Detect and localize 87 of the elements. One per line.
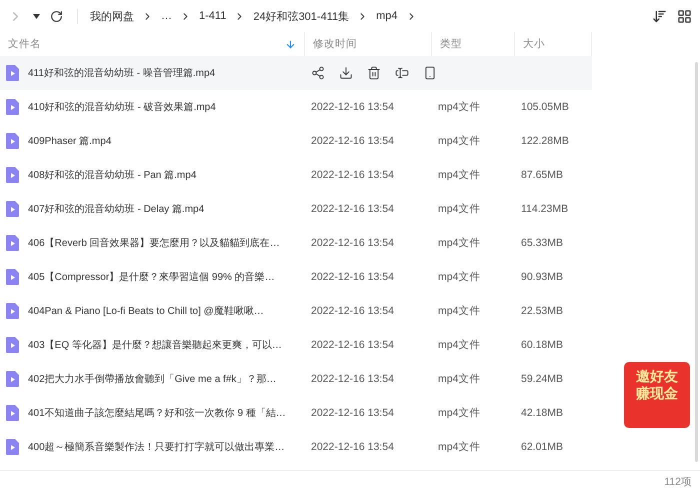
file-name: 410好和弦的混音幼幼班 - 破音效果篇.mp4 [28,100,216,114]
breadcrumb-item[interactable]: 我的网盘 [90,8,134,24]
video-file-icon [6,167,19,183]
share-icon[interactable] [311,66,325,80]
promo-badge[interactable]: 邀好友 赚现金 [624,362,690,428]
modified-time: 2022-12-16 13:54 [310,203,395,215]
caret-icon[interactable] [33,14,40,18]
file-size: 22.53MB [520,305,564,317]
file-type: mp4文件 [437,304,482,318]
scrollbar[interactable] [695,62,698,462]
refresh-icon[interactable] [50,10,63,22]
breadcrumb-item[interactable]: … [161,10,172,22]
video-file-icon [6,99,19,115]
file-size: 105.05MB [520,101,570,113]
modified-time: 2022-12-16 13:54 [310,271,395,283]
file-name: 401不知道曲子該怎麼結尾嗎？好和弦一次教你 9 種「結… [28,406,286,420]
modified-time: 2022-12-16 13:54 [310,407,395,419]
file-row[interactable]: 400超～極簡系音樂製作法！只要打打字就可以做出專業… 2022-12-16 13:54 mp4文件 62.01MB [0,430,592,464]
modified-time: 2022-12-16 13:54 [310,373,395,385]
rename-icon[interactable] [395,66,409,80]
file-size: 65.33MB [520,237,564,249]
modified-time: 2022-12-16 13:54 [310,135,395,147]
item-count: 112项 [664,475,692,489]
video-file-icon [6,405,19,421]
file-size: 62.01MB [520,441,564,453]
video-file-icon [6,201,19,217]
video-file-icon [6,439,19,455]
breadcrumb-item[interactable]: 24好和弦301-411集 [253,8,350,24]
file-type: mp4文件 [437,406,482,420]
delete-icon[interactable] [367,66,381,80]
modified-time: 2022-12-16 13:54 [310,101,395,113]
file-size: 59.24MB [520,373,564,385]
file-type: mp4文件 [437,202,482,216]
file-size: 60.18MB [520,339,564,351]
download-icon[interactable] [339,66,353,80]
file-type: mp4文件 [437,440,482,454]
video-file-icon [6,133,19,149]
file-name: 400超～極簡系音樂製作法！只要打打字就可以做出專業… [28,440,285,454]
modified-time: 2022-12-16 13:54 [310,169,395,181]
file-type: mp4文件 [437,338,482,352]
sort-icon[interactable] [652,8,667,24]
file-row[interactable]: 406【Reverb 回音效果器】要怎麼用？以及貓貓到底在… 2022-12-16 13:54 mp4文件 65.33MB [0,226,592,260]
file-type: mp4文件 [437,134,482,148]
file-size: 42.18MB [520,407,564,419]
file-name: 406【Reverb 回音效果器】要怎麼用？以及貓貓到底在… [28,236,280,250]
phone-icon[interactable] [423,66,437,80]
file-row[interactable]: 405【Compressor】是什麼？來學習這個 99% 的音樂… 2022-12-16 13:54 mp4文件 90.93MB [0,260,592,294]
file-size: 90.93MB [520,271,564,283]
file-name: 409Phaser 篇.mp4 [28,135,112,148]
file-type: mp4文件 [437,236,482,250]
modified-time: 2022-12-16 13:54 [310,441,395,453]
file-row[interactable]: 403【EQ 等化器】是什麼？想讓音樂聽起來更爽，可以… 2022-12-16 13:54 mp4文件 60.18MB [0,328,592,362]
modified-time: 2022-12-16 13:54 [310,305,395,317]
file-row[interactable]: 409Phaser 篇.mp4 2022-12-16 13:54 mp4文件 122.28MB [0,124,592,158]
video-file-icon [6,371,19,387]
file-name: 403【EQ 等化器】是什麼？想讓音樂聽起來更爽，可以… [28,338,282,352]
file-type: mp4文件 [437,100,482,114]
video-file-icon [6,65,19,81]
file-name: 407好和弦的混音幼幼班 - Delay 篇.mp4 [28,202,204,216]
video-file-icon [6,303,19,319]
file-size: 87.65MB [520,169,564,181]
grid-view-icon[interactable] [677,8,692,24]
modified-time: 2022-12-16 13:54 [310,339,395,351]
video-file-icon [6,235,19,251]
file-row[interactable]: 408好和弦的混音幼幼班 - Pan 篇.mp4 2022-12-16 13:54 mp4文件 87.65MB [0,158,592,192]
file-type: mp4文件 [437,372,482,386]
video-file-icon [6,337,19,353]
file-name: 408好和弦的混音幼幼班 - Pan 篇.mp4 [28,168,196,182]
file-name: 404Pan & Piano [Lo-fi Beats to Chill to] @魔鞋啾啾… [28,304,264,318]
file-name: 402把大力水手倒帶播放會聽到「Give me a f#k」？那… [28,372,276,386]
file-row[interactable]: 404Pan & Piano [Lo-fi Beats to Chill to] @魔鞋啾啾… 2022-12-16 13:54 mp4文件 22.53MB [0,294,592,328]
file-type: mp4文件 [437,168,482,182]
breadcrumb-item[interactable]: mp4 [376,10,398,22]
sort-down-icon [285,38,296,50]
file-row[interactable]: 401不知道曲子該怎麼結尾嗎？好和弦一次教你 9 種「結… 2022-12-16 13:54 mp4文件 42.18MB [0,396,592,430]
video-file-icon [6,269,19,285]
file-type: mp4文件 [437,270,482,284]
file-row[interactable]: 410好和弦的混音幼幼班 - 破音效果篇.mp4 2022-12-16 13:54 mp4文件 105.05MB [0,90,592,124]
modified-time: 2022-12-16 13:54 [310,237,395,249]
breadcrumb-item[interactable]: 1-411 [199,10,226,22]
file-size: 114.23MB [520,203,570,215]
file-row[interactable]: 411好和弦的混音幼幼班 - 噪音管理篇.mp4 [0,56,592,90]
file-name: 411好和弦的混音幼幼班 - 噪音管理篇.mp4 [28,66,216,80]
file-name: 405【Compressor】是什麼？來學習這個 99% 的音樂… [28,270,275,284]
file-row[interactable]: 407好和弦的混音幼幼班 - Delay 篇.mp4 2022-12-16 13:54 mp4文件 114.23MB [0,192,592,226]
file-row[interactable]: 402把大力水手倒帶播放會聽到「Give me a f#k」？那… 2022-12-16 13:54 mp4文件 59.24MB [0,362,592,396]
file-size: 122.28MB [520,135,570,147]
